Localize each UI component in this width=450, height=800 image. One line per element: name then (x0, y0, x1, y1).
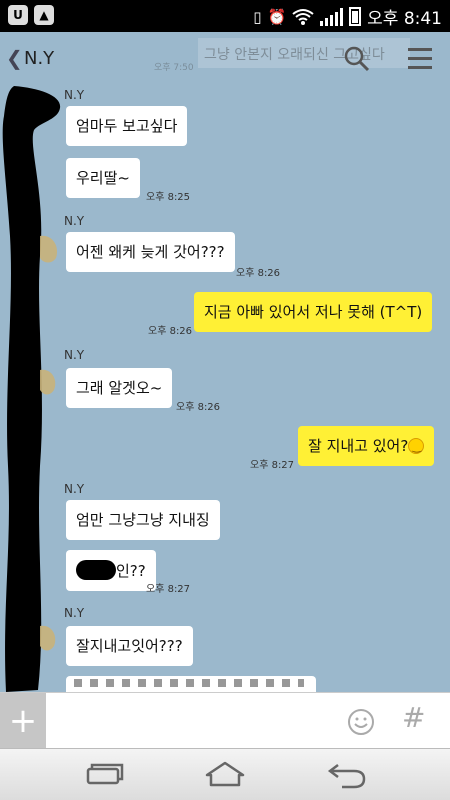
message-text: 인?? (116, 562, 146, 580)
hash-button[interactable]: # (402, 701, 425, 734)
battery-icon (349, 7, 362, 26)
back-arrow-icon[interactable]: ❮ (6, 46, 23, 70)
message-bubble-outgoing[interactable]: 잘 지내고 있어? (298, 426, 435, 466)
recent-apps-icon[interactable] (82, 759, 126, 791)
message-bubble[interactable]: 어젠 왜케 늦게 갓어??? (66, 232, 235, 272)
message-input-bar: + # (0, 692, 450, 749)
redaction-scribble (2, 86, 61, 692)
message-time: 오후 8:26 (176, 402, 221, 413)
message-bubble-partial[interactable] (66, 676, 316, 692)
signal-icon (320, 7, 344, 26)
message-text: 잘 지내고 있어? (308, 437, 409, 455)
wifi-icon (292, 8, 314, 25)
phone-vibrate-icon: ▯ (253, 7, 262, 26)
message-time: 오후 8:26 (236, 268, 281, 279)
uplus-icon: U (8, 5, 28, 25)
smiley-icon (408, 437, 425, 457)
message-bubble-outgoing[interactable]: 지금 아빠 있어서 저나 못해 (T^T) (194, 292, 433, 332)
message-time: 오후 8:27 (146, 584, 191, 595)
message-time: 오후 8:25 (146, 192, 191, 203)
image-icon: ▲ (34, 5, 54, 25)
chat-header: ❮ N.Y 그냥 안본지 오래되신 그고싶다 오후 7:50 (0, 32, 450, 86)
message-input[interactable] (50, 701, 330, 741)
back-icon[interactable] (324, 759, 368, 791)
home-icon[interactable] (203, 759, 247, 791)
notification-preview-time: 오후 7:50 (154, 63, 194, 73)
add-attachment-button[interactable]: + (0, 693, 46, 749)
chat-area[interactable]: N.Y 엄마두 보고싶다 우리딸~ 오후 8:25 N.Y 어젠 왜케 늦게 갓… (0, 86, 450, 692)
alarm-icon: ⏰ (267, 7, 287, 26)
message-time: 오후 8:26 (148, 326, 193, 337)
navigation-bar (0, 748, 450, 800)
status-bar: U ▲ ▯ ⏰ 오후 8:41 (0, 0, 450, 32)
chat-title: N.Y (24, 48, 55, 69)
message-time: 오후 8:27 (250, 460, 295, 471)
emoticon-icon[interactable] (346, 707, 376, 737)
notification-preview: 그냥 안본지 오래되신 그고싶다 (198, 38, 410, 68)
status-clock: 오후 8:41 (367, 9, 442, 29)
search-icon[interactable] (344, 46, 370, 72)
menu-icon[interactable] (408, 48, 432, 70)
